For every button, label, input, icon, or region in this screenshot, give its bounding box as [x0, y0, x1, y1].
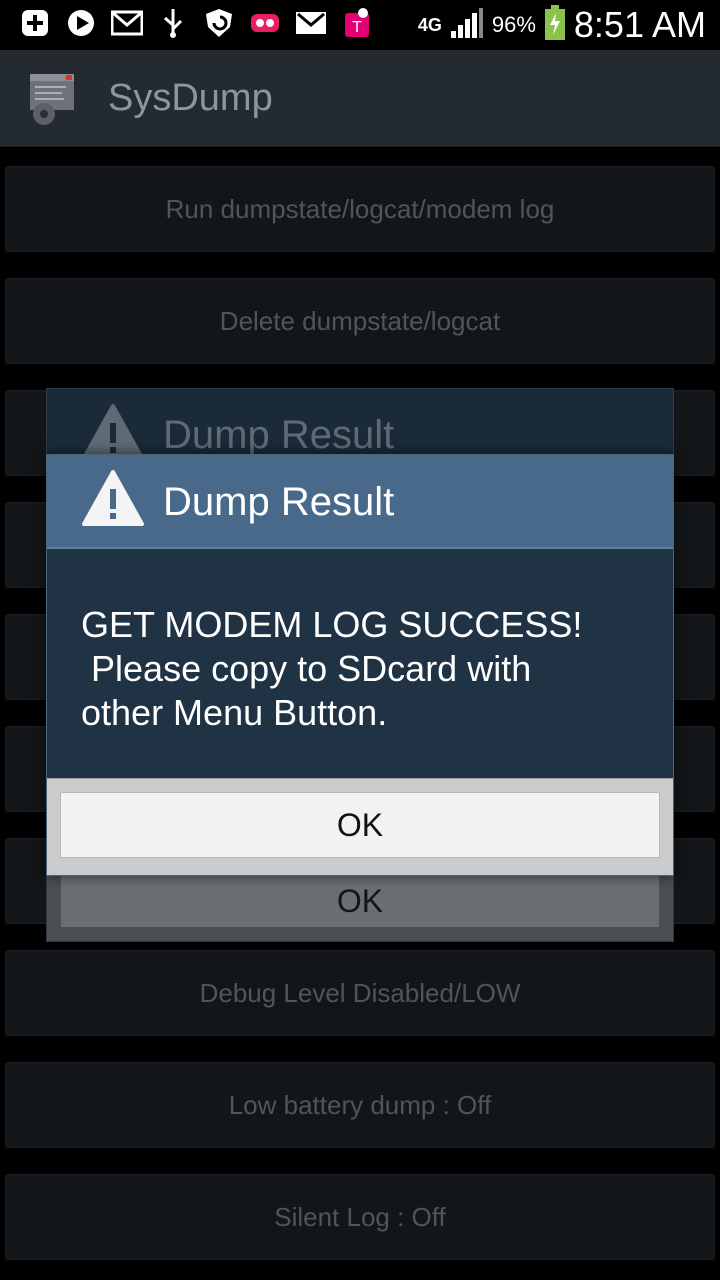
mail-icon — [110, 6, 144, 40]
clock: 8:51 AM — [573, 4, 706, 45]
warning-icon — [81, 469, 145, 532]
voicemail-icon — [248, 6, 282, 40]
svg-text:T: T — [352, 19, 362, 36]
shield-icon — [202, 6, 236, 40]
dialog-header: Dump Result — [47, 455, 673, 549]
previous-dialog-title: Dump Result — [163, 413, 395, 457]
signal-icon — [450, 7, 484, 44]
previous-ok-button: OK — [61, 875, 659, 927]
dump-result-dialog: Dump Result GET MODEM LOG SUCCESS! Pleas… — [46, 454, 674, 876]
previous-dialog-button-bar: OK — [47, 865, 673, 941]
tmobile-icon: T — [340, 6, 374, 40]
status-bar: T 4G 96% 8:51 AM — [0, 0, 720, 50]
usb-icon — [156, 6, 190, 40]
battery-icon — [544, 4, 566, 46]
sysdump-app-icon[interactable] — [26, 70, 84, 128]
network-type: 4G — [417, 15, 442, 35]
gmail-icon — [294, 6, 328, 40]
app-title: SysDump — [108, 77, 273, 119]
action-bar: SysDump — [0, 50, 720, 147]
battery-percent: 96% — [491, 12, 536, 37]
dialog-message: GET MODEM LOG SUCCESS! Please copy to SD… — [81, 604, 583, 733]
add-icon — [18, 6, 52, 40]
dialog-button-bar: OK — [47, 778, 673, 875]
play-icon — [64, 6, 98, 40]
notification-icons: T — [18, 6, 374, 40]
dialog-title: Dump Result — [163, 480, 395, 524]
ok-button[interactable]: OK — [60, 792, 660, 858]
